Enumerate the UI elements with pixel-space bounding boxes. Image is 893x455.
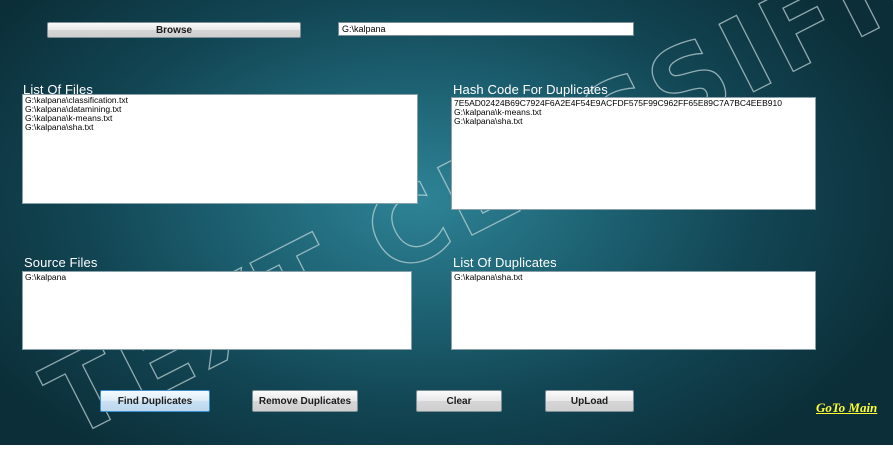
clear-button[interactable]: Clear <box>416 390 502 412</box>
list-of-duplicates-label: List Of Duplicates <box>453 255 557 270</box>
watermark-text: TEXT CLASSIFICATION <box>26 0 893 455</box>
browse-button[interactable]: Browse <box>47 22 301 38</box>
duplicate-finder-window: TEXT CLASSIFICATION Browse List Of Files… <box>0 0 893 455</box>
source-files-label: Source Files <box>24 255 98 270</box>
remove-duplicates-button[interactable]: Remove Duplicates <box>252 390 358 412</box>
list-of-files-listbox[interactable]: G:\kalpana\classification.txt G:\kalpana\… <box>22 94 418 204</box>
path-input[interactable] <box>338 22 634 36</box>
find-duplicates-button[interactable]: Find Duplicates <box>100 390 210 412</box>
goto-main-link[interactable]: GoTo Main <box>816 400 877 416</box>
upload-button[interactable]: UpLoad <box>545 390 634 412</box>
hash-code-listbox[interactable]: 7E5AD02424B69C7924F6A2E4F54E9ACFDF575F99… <box>451 97 816 210</box>
list-item[interactable]: G:\kalpana\sha.txt <box>454 273 813 282</box>
list-item[interactable]: G:\kalpana <box>25 273 409 282</box>
source-files-listbox[interactable]: G:\kalpana <box>22 271 412 350</box>
list-item[interactable]: G:\kalpana\sha.txt <box>454 117 813 126</box>
watermark: TEXT CLASSIFICATION <box>25 0 893 455</box>
hash-code-label: Hash Code For Duplicates <box>453 82 608 97</box>
list-item[interactable]: G:\kalpana\sha.txt <box>25 123 415 132</box>
list-of-duplicates-listbox[interactable]: G:\kalpana\sha.txt <box>451 271 816 350</box>
